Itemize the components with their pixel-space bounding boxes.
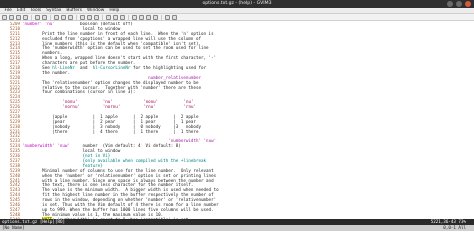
copy-icon[interactable] (61, 14, 66, 20)
text-segment: for the highlighting used for (130, 65, 207, 71)
line-text: four combinations (cursor in line 3): (22, 90, 135, 95)
toolbar (0, 14, 474, 21)
print-icon[interactable] (23, 14, 28, 20)
title-bar: options.txt.gz - (help) - GVIM3 (0, 0, 474, 8)
toolbar-separator (76, 14, 77, 20)
text-segment: and (74, 65, 93, 71)
text-segment: hl-CursorLineNr (92, 65, 131, 71)
menu-buffers[interactable]: Buffers (64, 8, 85, 13)
text-segment: 'nornu' (62, 104, 80, 110)
toolbar-separator (102, 14, 103, 20)
toolbar-separator (128, 14, 129, 20)
run-ctags-icon[interactable] (146, 14, 151, 20)
find-next-icon[interactable] (87, 14, 92, 20)
menu-file[interactable]: File (2, 8, 14, 13)
make-icon[interactable] (132, 14, 137, 20)
minimize-button[interactable] (447, 1, 453, 7)
command-line[interactable] (0, 231, 474, 246)
gvim-window: options.txt.gz - (help) - GVIM3 File Edi… (0, 0, 474, 246)
jump-tag-icon[interactable] (153, 14, 158, 20)
toolbar-separator (50, 14, 51, 20)
close-button[interactable] (465, 1, 471, 7)
text-segment: |there | 4 there | 1 there | 1 there (22, 128, 199, 134)
text-segment (22, 104, 62, 109)
undo-icon[interactable] (35, 14, 40, 20)
toolbar-separator (161, 14, 162, 20)
load-session-icon[interactable] (106, 14, 111, 20)
text-segment (120, 104, 143, 109)
menu-syntax[interactable]: Syntax (44, 8, 64, 13)
help-icon[interactable] (165, 14, 170, 20)
text-segment: four combinations (cursor in line 3): (22, 89, 136, 95)
save-icon[interactable] (9, 14, 14, 20)
maximize-button[interactable] (456, 1, 462, 7)
window-controls (447, 1, 471, 7)
text-segment (80, 104, 103, 109)
menu-edit[interactable]: Edit (14, 8, 28, 13)
find-help-icon[interactable] (172, 14, 177, 20)
redo-icon[interactable] (42, 14, 47, 20)
shell-icon[interactable] (139, 14, 144, 20)
open-icon[interactable] (2, 14, 7, 20)
cut-icon[interactable] (54, 14, 59, 20)
text-buffer[interactable]: 5209'number' 'nu' boolean (default off) 5… (0, 22, 474, 219)
text-segment (156, 104, 184, 109)
menu-help[interactable]: Help (107, 8, 122, 13)
text-segment: 'nornu' (102, 104, 121, 110)
line-text: |there | 4 there | 1 there | 1 there (22, 128, 199, 135)
text-segment: 'rnu' (183, 104, 197, 110)
paste-icon[interactable] (68, 14, 73, 20)
line-text: 'nornu' 'nornu' 'rnu' 'rnu' (22, 104, 197, 110)
window-title: options.txt.gz - (help) - GVIM3 (202, 1, 272, 6)
find-replace-icon[interactable] (80, 14, 85, 20)
save-all-icon[interactable] (16, 14, 21, 20)
text-segment: 'rnu' (143, 104, 156, 110)
run-script-icon[interactable] (120, 14, 125, 20)
find-prev-icon[interactable] (94, 14, 99, 20)
menu-window[interactable]: Window (85, 8, 107, 13)
menu-tools[interactable]: Tools (28, 8, 44, 13)
save-session-icon[interactable] (113, 14, 118, 20)
toolbar-separator (31, 14, 32, 20)
